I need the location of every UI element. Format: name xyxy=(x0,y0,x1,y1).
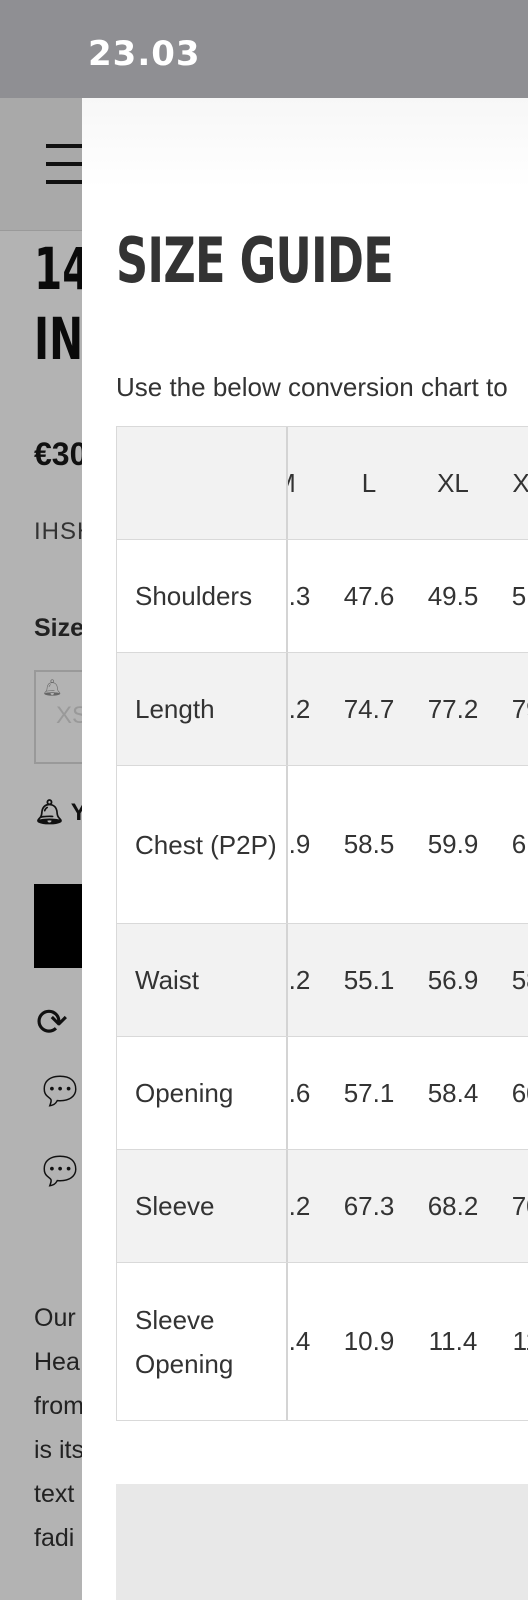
row-label: Sleeve xyxy=(116,1150,288,1262)
table-row: Sleeve Opening10.4 10.9 11.4 11.9 xyxy=(116,1262,528,1420)
table-row: Length72.2 74.7 77.2 79.7 xyxy=(116,652,528,765)
size-guide-footer xyxy=(116,1484,528,1600)
table-cell: 79.7 xyxy=(511,693,528,724)
table-cell: 10.9 xyxy=(343,1326,395,1356)
column-header: M xyxy=(288,427,327,539)
bell-icon: 🔔︎ xyxy=(42,680,63,697)
table-header-row: M L XL XXL xyxy=(116,426,528,539)
chat-icon: 💬︎ xyxy=(36,1071,85,1113)
table-cell: 55.1 xyxy=(343,964,395,995)
size-guide-title: SIZE GUIDE xyxy=(116,224,394,297)
table-cell: 11.4 xyxy=(428,1326,478,1356)
table-cell: 11.9 xyxy=(512,1326,528,1356)
size-guide-intro: Use the below conversion chart to xyxy=(116,372,508,402)
table-cell: 58.7 xyxy=(511,964,528,995)
column-header: XL xyxy=(437,467,469,498)
table-row: Waist53.2 55.1 56.9 58.7 xyxy=(116,923,528,1036)
row-values: 72.2 74.7 77.2 79.7 xyxy=(288,653,528,765)
table-cell: 58.4 xyxy=(427,1077,479,1108)
table-cell: 72.2 xyxy=(288,693,311,724)
row-label: Length xyxy=(116,653,288,765)
table-cell: 51.4 xyxy=(511,580,528,611)
table-cell: 59.9 xyxy=(427,829,479,859)
row-label: Chest (P2P) xyxy=(116,766,288,923)
row-label: Shoulders xyxy=(116,540,288,652)
table-cell: 49.5 xyxy=(427,580,479,611)
table-row: Shoulders45.3 47.6 49.5 51.4 xyxy=(116,539,528,652)
menu-icon[interactable] xyxy=(46,144,86,184)
status-time: 23.03 xyxy=(88,34,201,74)
table-cell: 70.1 xyxy=(511,1190,528,1221)
status-bar: 23.03 xyxy=(0,0,528,98)
column-header: L xyxy=(361,467,377,498)
table-cell: 45.3 xyxy=(288,580,311,611)
table-cell: 56.9 xyxy=(427,964,479,995)
table-cell: 58.5 xyxy=(343,829,395,859)
table-cell: 55.6 xyxy=(288,1077,311,1108)
table-row: Chest (P2P)56.9 58.5 59.9 61.3 xyxy=(116,765,528,923)
table-cell: 68.2 xyxy=(427,1190,479,1221)
column-header: XXL xyxy=(512,467,528,498)
table-corner-cell xyxy=(116,427,288,539)
size-guide-drawer: SIZE GUIDE Use the below conversion char… xyxy=(82,98,528,1600)
row-values: 10.4 10.9 11.4 11.9 xyxy=(288,1263,528,1420)
table-bottom-border xyxy=(116,1420,528,1421)
refresh-icon: ⟳ xyxy=(36,1002,68,1044)
bell-icon: 🔔︎ xyxy=(34,799,65,826)
row-label: Sleeve Opening xyxy=(116,1263,288,1420)
table-cell: 66.2 xyxy=(288,1190,311,1221)
table-cell: 74.7 xyxy=(343,693,395,724)
size-label: Size xyxy=(34,614,85,642)
product-description: Our Hea from is its text fadi xyxy=(34,1304,84,1552)
drawer-top xyxy=(82,98,528,188)
row-values: 56.9 58.5 59.9 61.3 xyxy=(288,766,528,923)
row-values: M L XL XXL xyxy=(288,427,528,539)
row-values: 45.3 47.6 49.5 51.4 xyxy=(288,540,528,652)
row-label: Waist xyxy=(116,924,288,1036)
row-values: 66.2 67.3 68.2 70.1 xyxy=(288,1150,528,1262)
table-cell: 56.9 xyxy=(288,829,311,859)
row-values: 55.6 57.1 58.4 60.0 xyxy=(288,1037,528,1149)
table-row: Opening55.6 57.1 58.4 60.0 xyxy=(116,1036,528,1149)
table-cell: 67.3 xyxy=(343,1190,395,1221)
product-price: €30 xyxy=(34,436,88,472)
table-cell: 77.2 xyxy=(427,693,479,724)
table-cell: 61.3 xyxy=(511,829,528,859)
table-cell: 53.2 xyxy=(288,964,311,995)
table-cell: 60.0 xyxy=(511,1077,528,1108)
chat-icon: 💬︎ xyxy=(36,1151,85,1193)
table-cell: 47.6 xyxy=(343,580,395,611)
row-values: 53.2 55.1 56.9 58.7 xyxy=(288,924,528,1036)
table-cell: 57.1 xyxy=(343,1077,395,1108)
table-cell: 10.4 xyxy=(288,1326,311,1356)
size-table: M L XL XXL Shoulders45.3 47.6 49.5 51.4 Length72… xyxy=(116,426,528,1421)
table-row: Sleeve66.2 67.3 68.2 70.1 xyxy=(116,1149,528,1262)
row-label: Opening xyxy=(116,1037,288,1149)
